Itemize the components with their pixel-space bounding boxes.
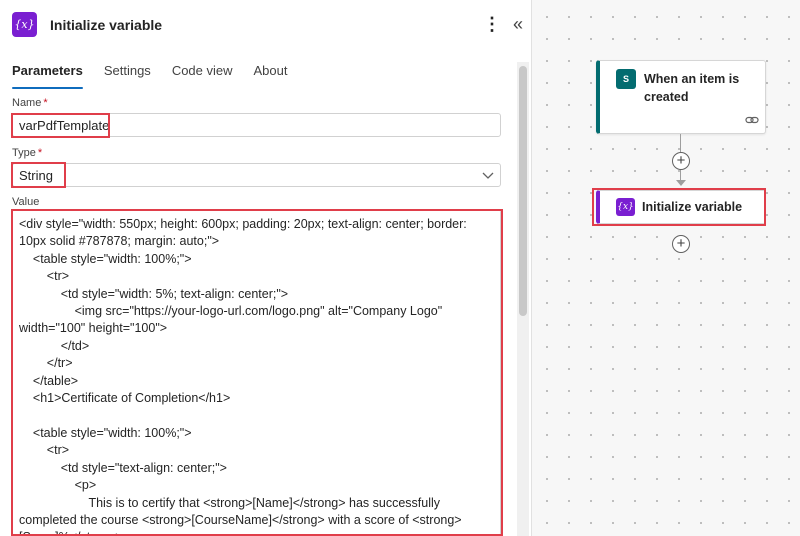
value-label: Value (12, 196, 40, 208)
name-field[interactable]: varPdfTemplate (12, 113, 501, 137)
collapse-panel-icon[interactable]: « (508, 12, 528, 36)
variable-icon: {x} (616, 198, 635, 216)
action-title: Initialize variable (642, 200, 743, 214)
variable-icon: {x} (12, 12, 37, 37)
tab-list: Parameters Settings Code view About (12, 58, 309, 92)
type-dropdown-value: String (19, 168, 53, 183)
chevron-down-icon (482, 166, 494, 187)
panel-title: Initialize variable (50, 17, 163, 33)
sharepoint-icon: S (616, 69, 636, 89)
more-options-icon[interactable]: ⋮ (483, 13, 501, 35)
connector-line (680, 134, 681, 152)
add-step-plus-icon[interactable]: + (672, 235, 690, 253)
tab-about[interactable]: About (254, 58, 288, 89)
panel-scrollbar-thumb[interactable] (519, 66, 527, 316)
action-details-panel: {x} Initialize variable ⋮ « Parameters S… (0, 0, 532, 536)
type-label-text: Type (12, 147, 36, 159)
panel-header: {x} Initialize variable ⋮ « (0, 0, 531, 50)
name-label: Name * (12, 97, 48, 109)
add-step-plus-icon[interactable]: + (672, 152, 690, 170)
value-textarea[interactable]: <div style="width: 550px; height: 600px;… (12, 209, 501, 536)
name-field-value: varPdfTemplate (19, 118, 110, 133)
connector-arrow-icon (676, 180, 686, 186)
trigger-title: When an item is created (644, 72, 740, 104)
tab-settings[interactable]: Settings (104, 58, 151, 89)
required-mark: * (37, 147, 43, 159)
trigger-card[interactable]: S When an item is created (596, 60, 766, 134)
tab-code-view[interactable]: Code view (172, 58, 233, 89)
value-code-text: <div style="width: 550px; height: 600px;… (19, 217, 467, 535)
type-dropdown[interactable]: String (12, 163, 501, 187)
tab-parameters[interactable]: Parameters (12, 58, 83, 89)
link-icon (745, 115, 759, 128)
type-label: Type * (12, 147, 42, 159)
required-mark: * (43, 97, 48, 109)
initialize-variable-card[interactable]: {x} Initialize variable (596, 190, 766, 224)
name-label-text: Name (12, 97, 42, 109)
